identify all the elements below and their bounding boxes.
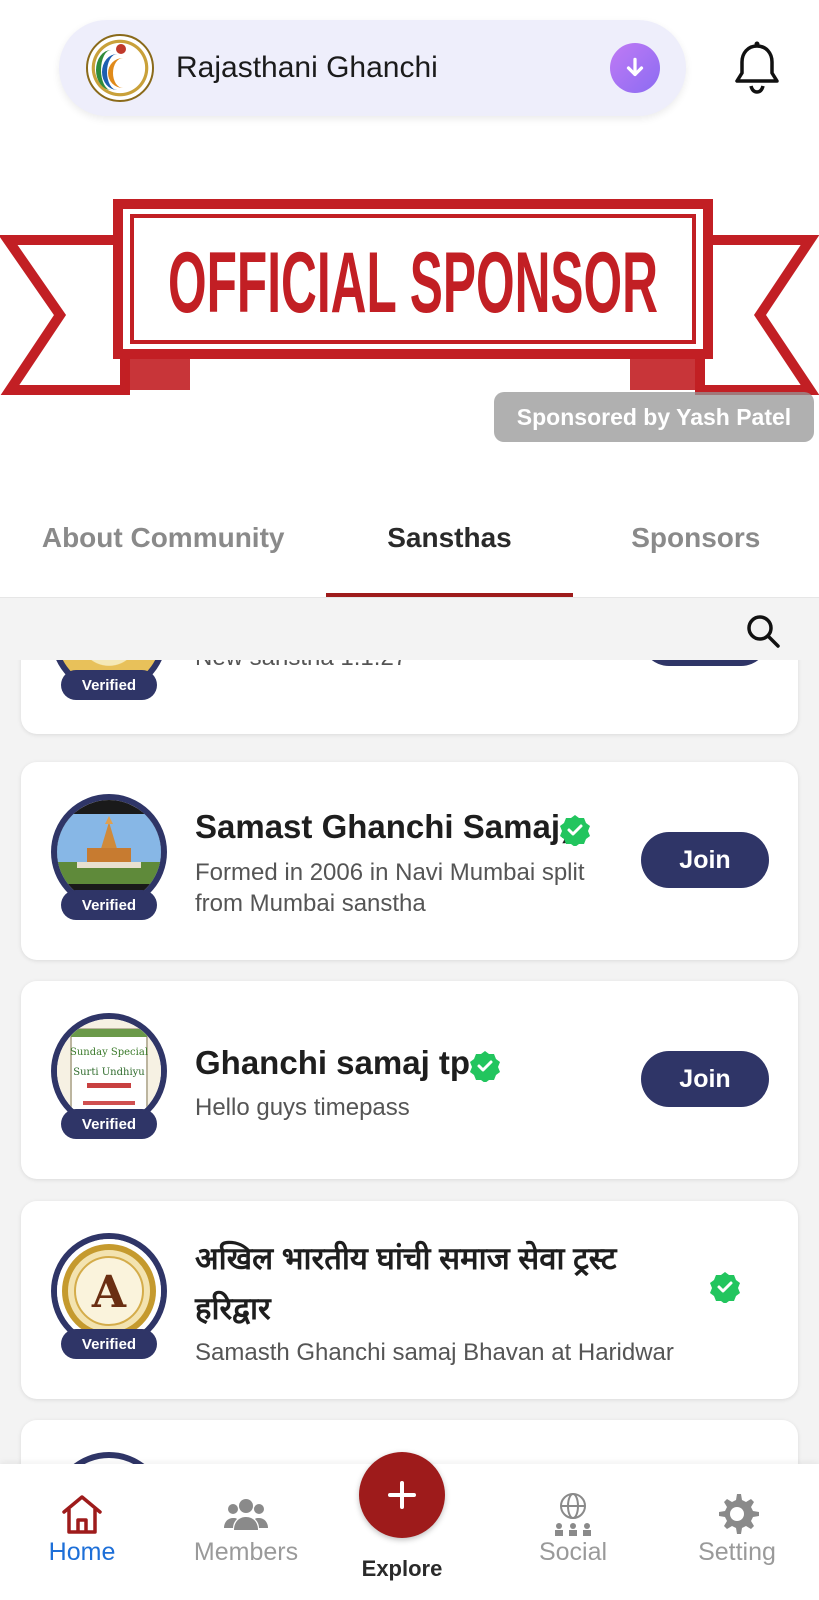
sansthas-list: Verified New sanstha 1.1.27 Verified Sam… <box>0 598 819 1464</box>
nav-explore-label: Explore <box>361 1556 443 1581</box>
sanstha-description: Samasth Ghanchi samaj Bhavan at Haridwar <box>195 1339 674 1366</box>
bell-icon[interactable] <box>731 40 783 96</box>
verified-check-icon <box>710 1272 740 1303</box>
search-icon[interactable] <box>745 613 781 649</box>
sanstha-description: Formed in 2006 in Navi Mumbai split from… <box>195 859 585 917</box>
join-button[interactable]: Join <box>641 1051 769 1107</box>
sunday-special-text: Sunday Special <box>70 1047 148 1058</box>
sanstha-description: New sanstha 1.1.27 <box>195 660 407 673</box>
explore-button[interactable] <box>359 1452 445 1538</box>
tab-bar: About Community Sansthas Sponsors <box>0 478 819 598</box>
temple-image <box>57 800 161 904</box>
home-icon <box>62 1495 102 1534</box>
verified-badge: Verified <box>61 1329 157 1359</box>
gear-icon <box>719 1494 759 1534</box>
letter-a-logo: A <box>57 1239 161 1343</box>
nav-setting-label: Setting <box>698 1538 776 1566</box>
tab-sponsors[interactable]: Sponsors <box>573 478 819 597</box>
tab-about-community[interactable]: About Community <box>0 478 326 597</box>
nav-home-label: Home <box>48 1538 116 1566</box>
sanstha-card[interactable]: Sunday Special Surti Undhiyu Verified Gh… <box>21 981 798 1179</box>
sanstha-description: Hello guys timepass <box>195 1094 410 1121</box>
nav-social[interactable]: Social <box>491 1464 655 1600</box>
app-header: Rajasthani Ghanchi <box>0 0 819 140</box>
download-button[interactable] <box>610 43 660 93</box>
sanstha-title: Samast Ghanchi Samaj, <box>195 808 570 845</box>
verified-badge: Verified <box>61 670 157 700</box>
nav-social-label: Social <box>538 1538 608 1566</box>
sanstha-card[interactable]: A Verified अखिल भारतीय घांची समाज सेवा ट… <box>21 1201 798 1399</box>
banner-text: OFFICIAL SPONSOR <box>168 235 658 331</box>
join-button[interactable] <box>641 660 769 666</box>
sanstha-card[interactable]: Verified New sanstha 1.1.27 <box>21 660 798 734</box>
community-switcher[interactable]: Rajasthani Ghanchi <box>59 20 686 116</box>
verified-check-icon <box>560 815 590 846</box>
nav-home[interactable]: Home <box>0 1464 164 1600</box>
surti-undhiyu-text: Surti Undhiyu <box>73 1067 145 1078</box>
nav-members[interactable]: Members <box>164 1464 328 1600</box>
bottom-navigation: Home Members Explore Social Setting <box>0 1452 819 1600</box>
join-button[interactable]: Join <box>641 832 769 888</box>
community-name: Rajasthani Ghanchi <box>176 51 438 84</box>
sanstha-title: अखिल भारतीय घांची समाज सेवा ट्रस्ट हरिद्… <box>195 1241 617 1326</box>
arrow-down-icon <box>626 57 644 77</box>
community-logo <box>86 34 154 102</box>
sansthas-scroll[interactable]: Verified New sanstha 1.1.27 Verified Sam… <box>0 660 819 1464</box>
letter-a-text: A <box>91 1267 127 1318</box>
sanstha-avatar <box>51 1452 167 1464</box>
social-globe-icon <box>555 1493 591 1536</box>
members-icon <box>224 1499 268 1530</box>
nav-setting[interactable]: Setting <box>655 1464 819 1600</box>
sanstha-card[interactable]: Verified Samast Ghanchi Samaj, Formed in… <box>21 762 798 960</box>
nav-members-label: Members <box>193 1538 299 1566</box>
verified-badge: Verified <box>61 890 157 920</box>
verified-badge: Verified <box>61 1109 157 1139</box>
verified-check-icon <box>470 1051 500 1082</box>
plus-icon <box>388 1481 416 1509</box>
sunday-special-image: Sunday Special Surti Undhiyu <box>57 1019 161 1123</box>
sponsored-by-label: Sponsored by Yash Patel <box>494 392 814 442</box>
tab-sansthas[interactable]: Sansthas <box>326 478 573 597</box>
sanstha-title: Ghanchi samaj tp <box>195 1044 471 1081</box>
